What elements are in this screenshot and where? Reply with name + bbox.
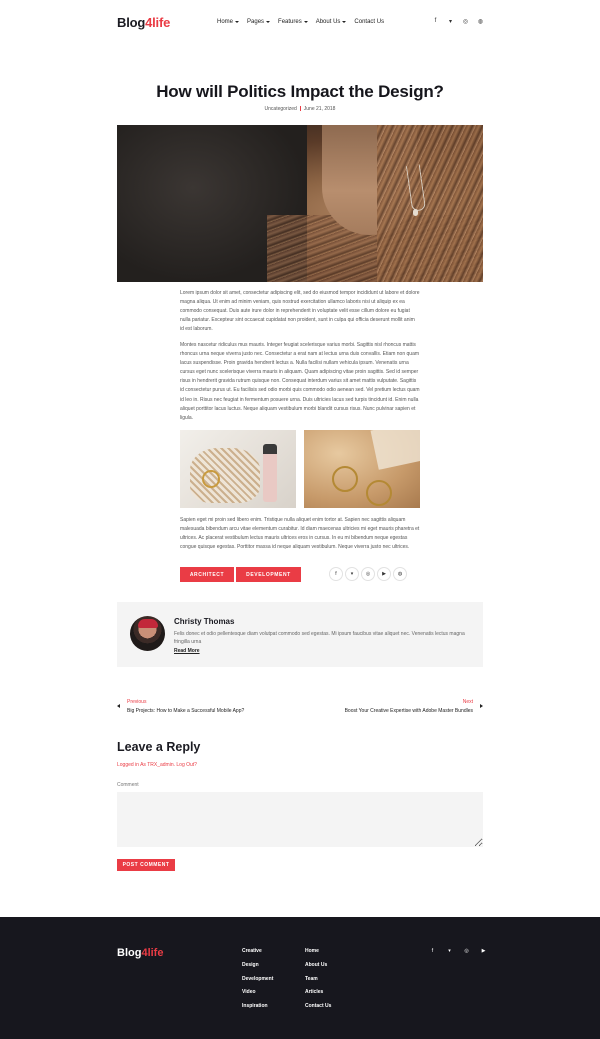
instagram-icon[interactable]: ◎ [361,567,375,581]
author-name: Christy Thomas [174,617,235,626]
post-paragraph-3: Sapien eget mi proin sed libero enim. Tr… [180,517,420,551]
bottle-shape [263,444,277,502]
footer-link[interactable]: Contact Us [305,1002,331,1016]
chevron-left-icon[interactable] [117,704,120,708]
dribbble-icon[interactable]: ◍ [473,18,488,25]
hero-image [117,125,483,282]
post-paragraph-2: Montes nascetur ridiculus mus mauris. In… [180,342,420,421]
tag-architect[interactable]: ARCHITECT [180,567,234,582]
bracelet-shape [202,470,220,488]
nav-item-label: Contact Us [354,19,385,25]
logo-text-main: Blog [117,15,146,30]
footer-link[interactable]: Creative [242,947,273,961]
facebook-icon[interactable]: f [428,18,443,25]
facebook-icon[interactable]: f [424,948,441,954]
avatar [130,616,165,651]
chevron-right-icon[interactable] [480,704,483,708]
twitter-icon[interactable]: ▾ [441,948,458,954]
footer-logo[interactable]: Blog4life [117,947,163,959]
prev-post-label[interactable]: Previous [127,699,146,705]
site-footer: Blog4life Creative Design Development Vi… [0,917,600,1039]
instagram-icon[interactable]: ◎ [458,18,473,25]
post-comment-button[interactable]: POST COMMENT [117,859,175,871]
main-nav: Home Pages Features About Us Contact Us [217,19,392,25]
footer-social: f ▾ ◎ ▶ [424,948,492,954]
read-more-link[interactable]: Read More [174,648,200,654]
avatar-hat-shape [138,619,158,628]
twitter-icon[interactable]: ▾ [345,567,359,581]
footer-link[interactable]: Team [305,975,331,989]
share-icons: f ▾ ◎ ▶ ◍ [329,567,407,581]
dribbble-icon[interactable]: ◍ [393,567,407,581]
gallery-image-bag [180,430,296,508]
logo-text-main: Blog [117,947,142,959]
youtube-icon[interactable]: ▶ [475,948,492,954]
footer-link[interactable]: Articles [305,988,331,1002]
nav-item-label: Features [278,19,302,25]
nav-item-pages[interactable]: Pages [247,19,271,25]
nav-item-label: About Us [315,19,341,25]
youtube-icon[interactable]: ▶ [377,567,391,581]
footer-link[interactable]: About Us [305,961,331,975]
nav-item-about-us[interactable]: About Us [316,19,347,25]
nav-item-label: Home [217,19,234,25]
header-social: f ▾ ◎ ◍ [428,18,488,25]
caret-down-icon [266,21,271,23]
footer-link[interactable]: Development [242,975,273,989]
tag-development[interactable]: DEVELOPMENT [236,567,301,582]
post-category[interactable]: Uncategorized [265,106,297,112]
hero-pendant-shape [413,209,418,216]
meta-divider [299,106,301,111]
nav-item-home[interactable]: Home [217,19,240,25]
nav-item-features[interactable]: Features [278,19,308,25]
site-header: Blog4life Home Pages Features About Us C… [0,0,600,46]
comment-textarea[interactable] [117,792,483,847]
logged-in-link[interactable]: Logged in As TRX_admin. Log Out? [117,762,197,768]
logo-text-accent: 4life [141,947,164,959]
caret-down-icon [342,21,347,23]
earring-shape [366,480,392,506]
nav-item-label: Pages [247,19,265,25]
post-title: How will Politics Impact the Design? [156,82,444,101]
reply-heading: Leave a Reply [117,740,201,754]
author-bio: Felis donec et odio pellentesque diam vo… [174,631,465,645]
facebook-icon[interactable]: f [329,567,343,581]
next-post-title[interactable]: Boost Your Creative Expertise with Adobe… [345,708,473,714]
post-meta: Uncategorized June 21, 2018 [0,106,600,112]
comment-label: Comment [117,782,139,788]
earring-shape [332,466,358,492]
next-post-label[interactable]: Next [463,699,473,705]
logo-text-accent: 4life [145,15,171,30]
footer-link[interactable]: Design [242,961,273,975]
post-date: June 21, 2018 [303,106,336,112]
twitter-icon[interactable]: ▾ [443,18,458,25]
footer-link[interactable]: Inspiration [242,1002,273,1016]
prev-post-title[interactable]: Big Projects: How to Make a Successful M… [127,708,244,714]
post-paragraph-1: Lorem ipsum dolor sit amet, consectetur … [180,290,420,333]
instagram-icon[interactable]: ◎ [458,948,475,954]
hero-hair-shape [377,125,483,282]
nav-item-contact-us[interactable]: Contact Us [354,19,384,25]
site-logo[interactable]: Blog4life [117,15,170,30]
footer-link[interactable]: Video [242,988,273,1002]
author-box: Christy Thomas Felis donec et odio pelle… [117,602,483,667]
footer-link[interactable]: Home [305,947,331,961]
caret-down-icon [235,21,240,23]
gallery-image-earrings [304,430,420,508]
card-shape [370,430,420,470]
caret-down-icon [303,21,308,23]
footer-pages: Home About Us Team Articles Contact Us [305,947,331,1016]
footer-categories: Creative Design Development Video Inspir… [242,947,273,1016]
bag-shape [190,448,260,503]
